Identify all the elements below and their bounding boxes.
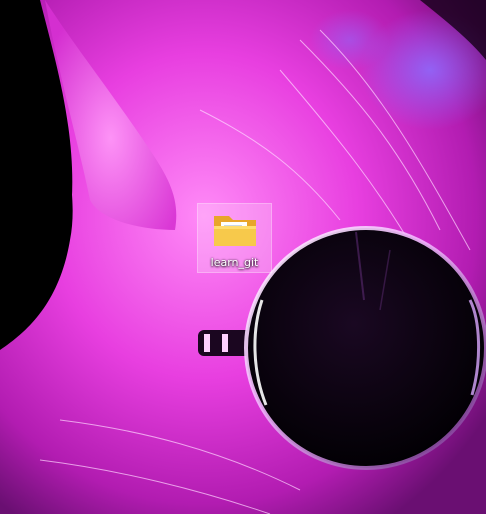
folder-icon [213,216,256,246]
desktop-icon-learn-git[interactable]: learn_git [197,203,272,273]
desktop-icon-label: learn_git [210,256,259,269]
desktop[interactable]: learn_git [0,0,486,514]
